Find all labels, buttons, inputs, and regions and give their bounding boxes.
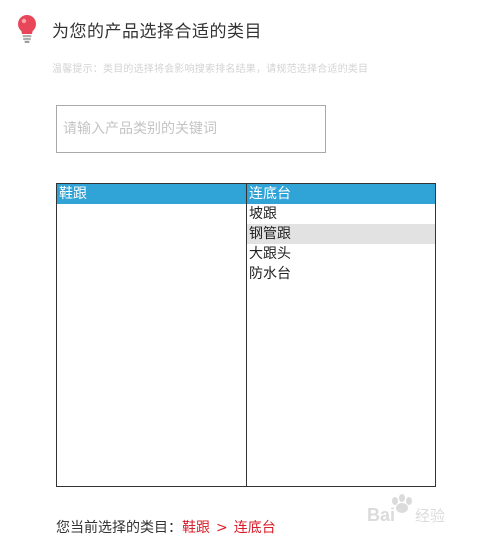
list-item[interactable]: 坡跟: [247, 204, 435, 224]
current-category-label: 您当前选择的类目：: [56, 520, 182, 536]
search-input[interactable]: [63, 106, 319, 152]
category-list-level2[interactable]: 连底台 坡跟 钢管跟 大跟头 防水台: [246, 183, 436, 487]
page-title: 为您的产品选择合适的类目: [52, 21, 262, 42]
watermark-logo: Bai 经验: [367, 494, 445, 525]
list-item[interactable]: 连底台: [247, 184, 435, 204]
svg-text:经验: 经验: [415, 507, 445, 525]
current-category-level1: 鞋跟: [182, 520, 210, 536]
tip-text: 温馨提示：类目的选择将会影响搜索排名结果，请规范选择合适的类目: [52, 64, 369, 75]
search-box[interactable]: [56, 105, 326, 153]
list-item[interactable]: 鞋跟: [57, 184, 246, 204]
list-item[interactable]: 钢管跟: [247, 224, 435, 244]
breadcrumb-separator: >: [216, 520, 228, 536]
lightbulb-icon: [18, 15, 36, 43]
category-list-level1[interactable]: 鞋跟: [56, 183, 247, 487]
current-category-level2: 连底台: [233, 520, 276, 536]
svg-text:Bai: Bai: [367, 505, 395, 525]
list-item[interactable]: 大跟头: [247, 244, 435, 264]
page-header: 为您的产品选择合适的类目: [16, 12, 262, 46]
current-category: 您当前选择的类目：鞋跟 > 连底台: [56, 517, 276, 537]
list-item[interactable]: 防水台: [247, 264, 435, 284]
